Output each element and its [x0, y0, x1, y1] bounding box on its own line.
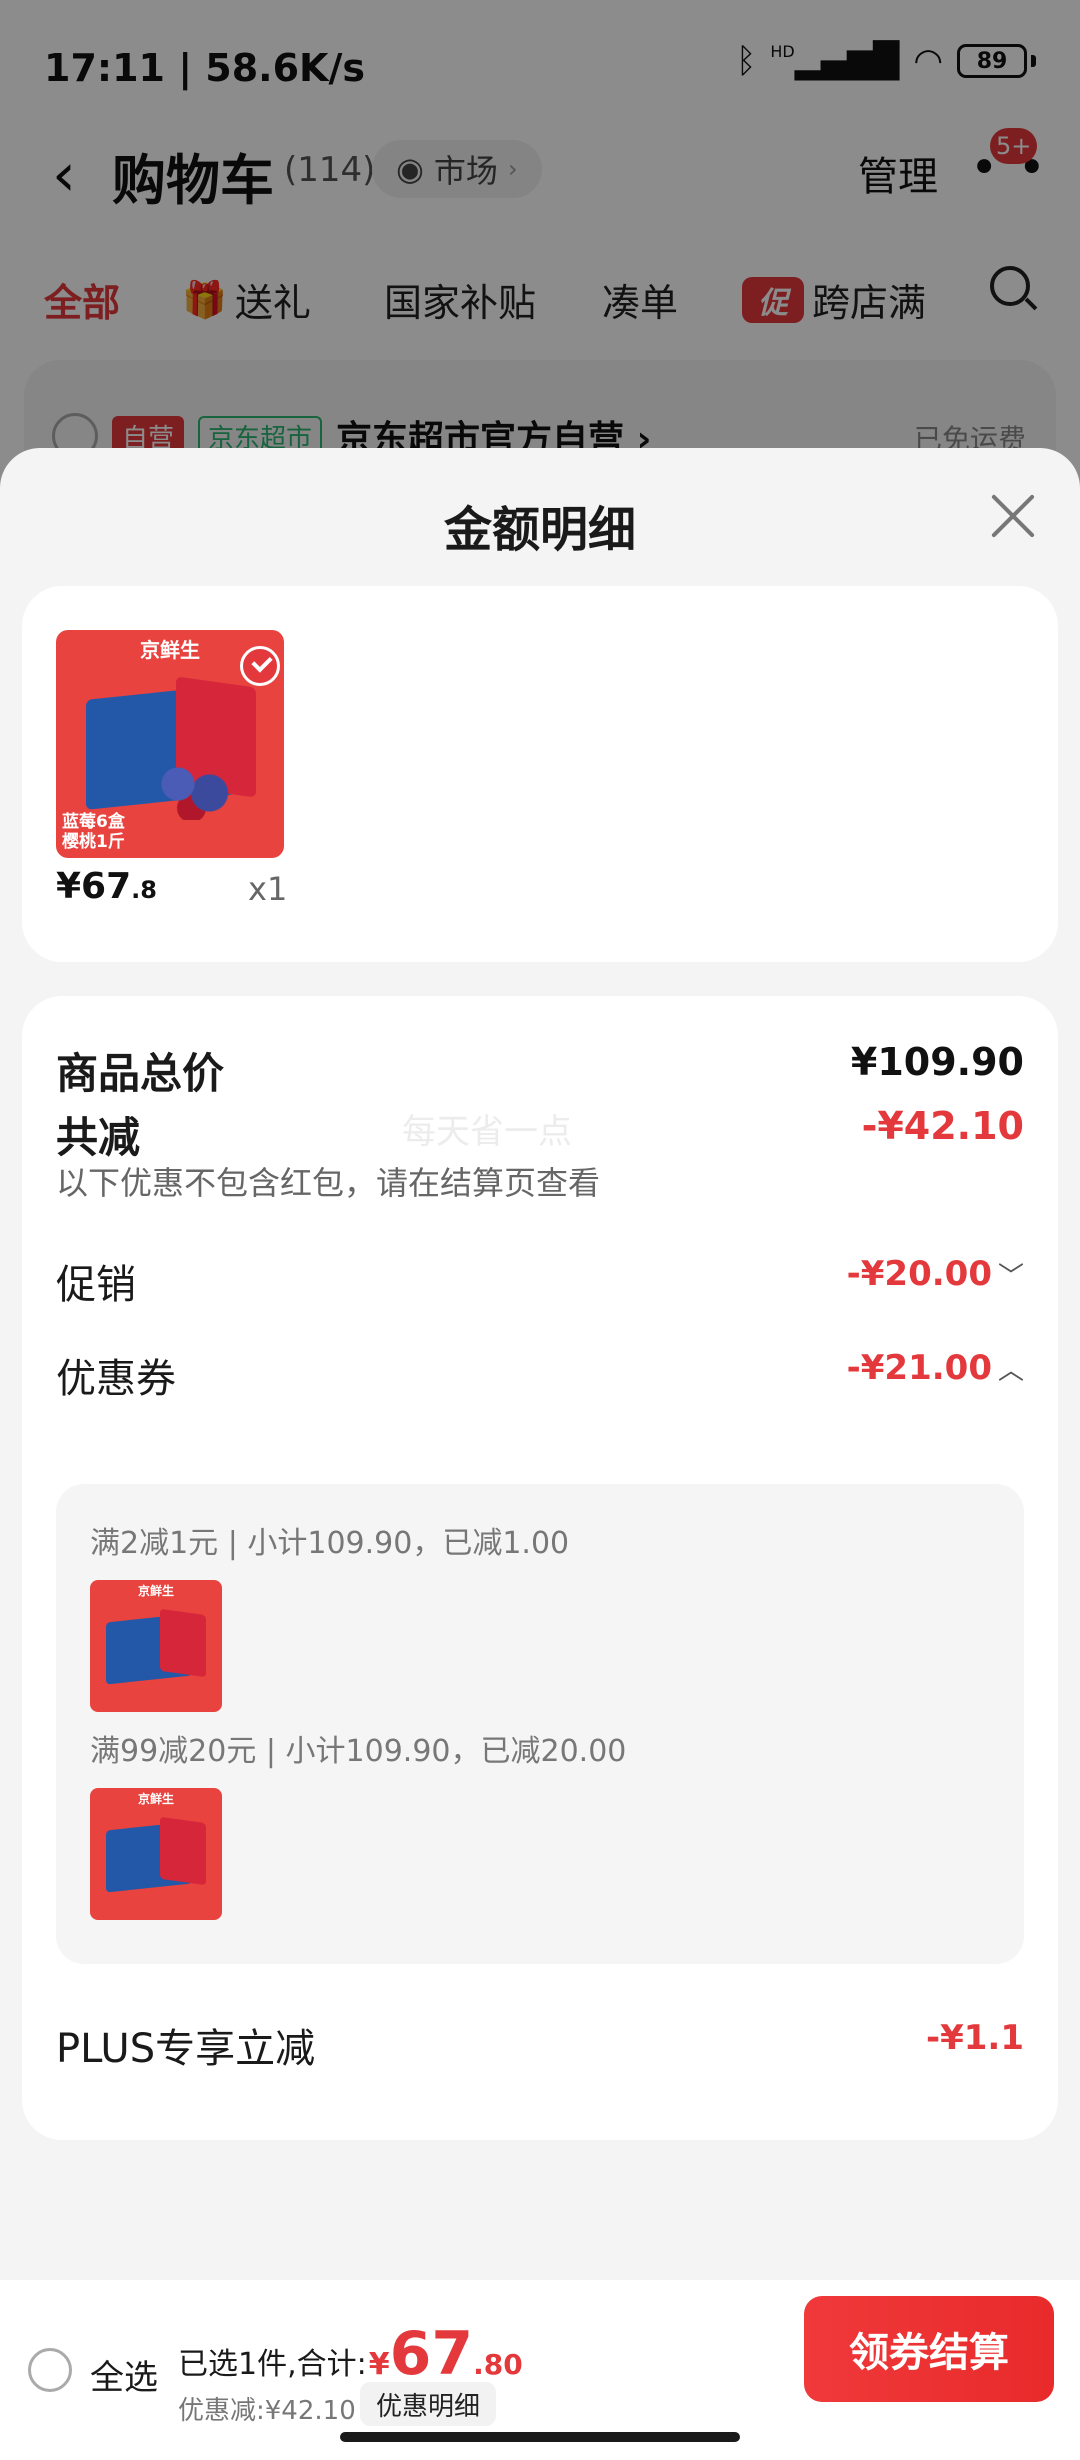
- coupon-line: 满2减1元 | 小计109.90，已减1.00: [90, 1526, 570, 1561]
- promo-label[interactable]: 促销: [56, 1252, 136, 1310]
- chevron-up-icon: ︿: [997, 1356, 1024, 1386]
- thumb-brand: 京鲜生: [137, 1584, 174, 1598]
- close-icon[interactable]: [988, 492, 1036, 540]
- item-price: ¥67.8: [56, 866, 157, 907]
- coupon-product-thumbnail[interactable]: 京鲜生: [90, 1788, 222, 1920]
- plus-value: -¥1.1: [926, 2018, 1024, 2058]
- discount-detail-button[interactable]: 优惠明细: [360, 2382, 497, 2426]
- item-quantity: x1: [248, 870, 288, 908]
- select-all-radio[interactable]: [28, 2348, 72, 2392]
- coupon-product-thumbnail[interactable]: 京鲜生: [90, 1580, 222, 1712]
- discount-text: 优惠减:¥42.10: [178, 2396, 356, 2426]
- coupon-line: 满99减20元 | 小计109.90，已减20.00: [90, 1734, 627, 1769]
- summary-prefix: 已选1件,合计:: [178, 2347, 367, 2382]
- berries-graphic: [151, 760, 241, 820]
- summary-line: 已选1件,合计: ¥ 67 .80: [178, 2324, 523, 2384]
- price-decimal: .8: [131, 876, 157, 904]
- price-main: ¥67: [56, 866, 132, 907]
- promo-value: -¥20.00: [846, 1254, 992, 1294]
- selected-products-card: 京鲜生 蓝莓6盒 樱桃1斤 ¥67.8 x1: [22, 586, 1058, 962]
- checkout-button[interactable]: 领券结算: [804, 2296, 1054, 2402]
- check-icon: [240, 646, 280, 686]
- coupon-label[interactable]: 优惠券: [56, 1346, 176, 1404]
- sheet-title: 金额明细: [443, 502, 636, 558]
- coupon-detail-box: 满2减1元 | 小计109.90，已减1.00 京鲜生 满99减20元 | 小计…: [56, 1484, 1024, 1964]
- watermark: 每天省一点: [402, 1112, 572, 1152]
- currency-symbol: ¥: [368, 2347, 390, 2382]
- select-all-label[interactable]: 全选: [90, 2350, 158, 2399]
- gift-box-side-graphic: [160, 1816, 206, 1886]
- product-thumbnail[interactable]: 京鲜生 蓝莓6盒 樱桃1斤: [56, 630, 284, 858]
- gift-box-side-graphic: [160, 1608, 206, 1678]
- total-label: 商品总价: [56, 1049, 225, 1098]
- amount-integer: 67: [389, 2319, 474, 2389]
- price-breakdown-card: 商品总价 ¥109.90 每天省一点 共减 -¥42.10 以下优惠不包含红包，…: [22, 996, 1058, 2140]
- amount-detail-sheet: 金额明细 京鲜生 蓝莓6盒 樱桃1斤 ¥67.8 x1 商品总价 ¥109.90…: [0, 448, 1080, 2280]
- reduce-note: 以下优惠不包含红包，请在结算页查看: [56, 1164, 601, 1202]
- home-indicator[interactable]: [340, 2432, 740, 2442]
- reduce-label: 共减: [56, 1113, 141, 1162]
- reduce-value: -¥42.10: [861, 1104, 1024, 1148]
- chevron-down-icon: ﹀: [997, 1262, 1024, 1292]
- total-value: ¥109.90: [850, 1040, 1024, 1084]
- coupon-row-value[interactable]: -¥21.00 ︿: [847, 1348, 1024, 1388]
- amount-decimal: .80: [473, 2348, 523, 2381]
- product-thumb-label: 蓝莓6盒 樱桃1斤: [62, 812, 125, 852]
- plus-label: PLUS专享立减: [56, 2026, 316, 2072]
- thumb-brand: 京鲜生: [137, 1792, 174, 1806]
- promo-row-value[interactable]: -¥20.00 ﹀: [847, 1254, 1024, 1294]
- coupon-value: -¥21.00: [846, 1348, 992, 1388]
